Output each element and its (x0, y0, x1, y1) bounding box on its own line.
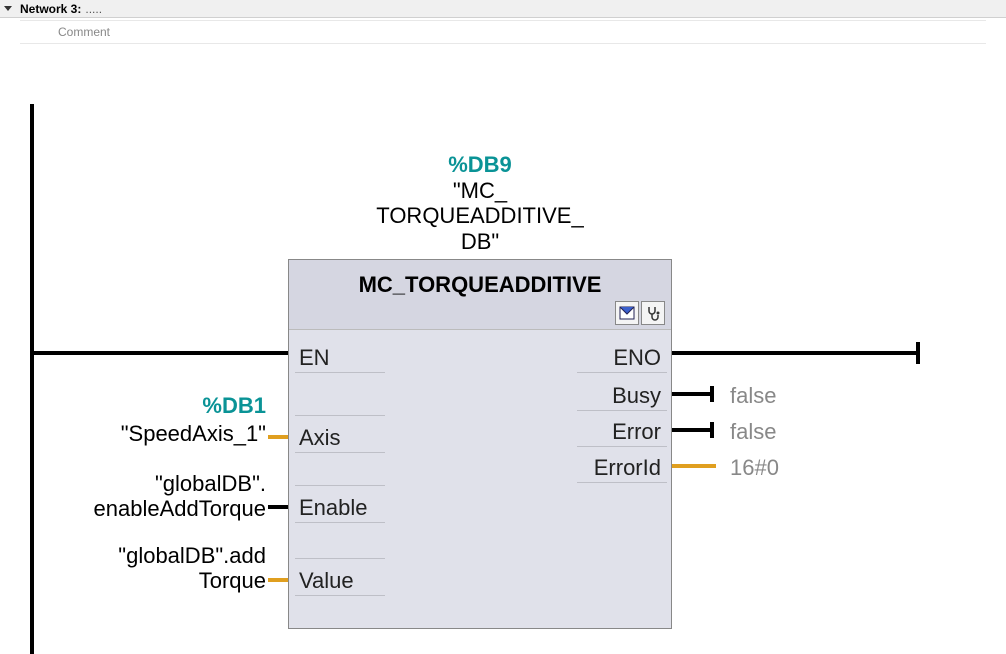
function-block-type: MC_TORQUEADDITIVE (359, 272, 602, 297)
stethoscope-icon[interactable] (641, 301, 665, 325)
axis-operand-name[interactable]: "SpeedAxis_1" (26, 421, 266, 446)
wire-errorid (672, 464, 692, 468)
not-indicator-busy (710, 386, 714, 402)
port-errorid: ErrorId (594, 455, 661, 481)
wire-axis (268, 435, 288, 439)
value-error: false (730, 419, 776, 445)
wire-error (672, 428, 692, 432)
value-operand[interactable]: "globalDB".add Torque (26, 543, 266, 594)
wire-value (268, 578, 288, 582)
instance-db-name-line2: TORQUEADDITIVE_ (376, 203, 583, 228)
function-block[interactable]: MC_TORQUEADDITIVE EN (288, 259, 672, 629)
wire-busy (672, 392, 692, 396)
instance-db-id[interactable]: %DB9 (288, 152, 672, 178)
port-en: EN (299, 345, 330, 371)
port-error: Error (612, 419, 661, 445)
instance-db-name[interactable]: "MC_ TORQUEADDITIVE_ DB" (288, 178, 672, 254)
value-errorid: 16#0 (730, 455, 779, 481)
instance-db-name-line3: DB" (461, 229, 499, 254)
right-rail-terminator (916, 342, 920, 364)
enable-operand-line2: enableAddTorque (94, 496, 266, 521)
ladder-diagram: %DB9 "MC_ TORQUEADDITIVE_ DB" MC_TORQUEA… (0, 44, 1006, 644)
network-title: Network 3: (20, 2, 81, 16)
not-indicator-error (710, 422, 714, 438)
rung-wire-right (672, 351, 920, 355)
wire-enable (268, 505, 288, 509)
network-title-extra: ..... (85, 2, 102, 16)
network-header[interactable]: Network 3: ..... (0, 0, 1006, 18)
port-busy: Busy (612, 383, 661, 409)
value-operand-line1: "globalDB".add (118, 543, 266, 568)
function-block-title-bar: MC_TORQUEADDITIVE (289, 260, 671, 330)
port-value: Value (299, 568, 354, 594)
value-busy: false (730, 383, 776, 409)
network-comment[interactable]: Comment (20, 20, 986, 44)
value-operand-line2: Torque (199, 568, 266, 593)
instance-db-name-line1: "MC_ (453, 178, 507, 203)
collapse-arrow-icon[interactable] (4, 6, 12, 11)
wire-errorid-ext (692, 464, 716, 468)
rung-wire-left (30, 351, 288, 355)
port-eno: ENO (613, 345, 661, 371)
axis-operand-db[interactable]: %DB1 (26, 393, 266, 418)
enable-operand-line1: "globalDB". (155, 471, 266, 496)
enable-operand[interactable]: "globalDB". enableAddTorque (26, 471, 266, 522)
inbox-icon[interactable] (615, 301, 639, 325)
port-axis: Axis (299, 425, 341, 451)
port-enable: Enable (299, 495, 368, 521)
